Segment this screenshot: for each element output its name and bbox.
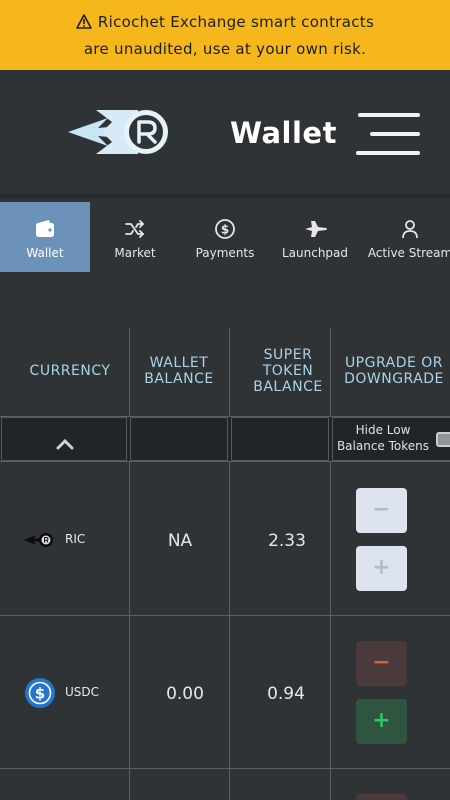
tab-wallet[interactable]: Wallet	[0, 202, 90, 272]
header-currency: CURRENCY	[29, 363, 111, 379]
svg-text:$: $	[35, 685, 45, 703]
chevron-up-icon	[56, 435, 74, 454]
downgrade-button-partial[interactable]	[356, 794, 407, 800]
hide-low-balance-toggle[interactable]	[436, 432, 450, 447]
filter-row: Hide Low Balance Tokens	[0, 416, 450, 462]
header-upgrade-downgrade: UPGRADE OR DOWNGRADE	[334, 355, 450, 387]
wallet-balance-value: 0.00	[166, 684, 204, 704]
tab-wallet-label: Wallet	[26, 246, 64, 260]
shuffle-icon	[124, 218, 146, 240]
header-wallet-balance-line1: WALLET	[149, 355, 209, 371]
dollar-circle-icon: $	[214, 218, 236, 240]
currency-name: USDC	[65, 685, 100, 699]
table-row: RIC NA 2.33 − +	[0, 462, 450, 615]
tab-active-stream[interactable]: Active Stream	[360, 202, 450, 272]
app-header: Wallet	[0, 70, 450, 194]
header-wallet-balance-line2: BALANCE	[144, 371, 214, 387]
hide-low-line2: Balance Tokens	[336, 439, 430, 453]
header-super-line3: BALANCE	[253, 379, 323, 395]
filter-cell-empty	[231, 417, 329, 461]
header-divider	[0, 194, 450, 198]
tab-payments-label: Payments	[195, 246, 255, 260]
token-table: CURRENCY WALLET BALANCE SUPER TOKEN BALA…	[0, 328, 450, 800]
nav-tabs: Wallet Market $ Payments Launchpad Activ…	[0, 202, 450, 272]
filter-cell-empty	[130, 417, 228, 461]
upgrade-button[interactable]: +	[356, 546, 407, 591]
svg-text:$: $	[221, 223, 229, 237]
user-icon	[399, 218, 421, 240]
page-title: Wallet	[230, 116, 337, 150]
warning-icon	[76, 12, 92, 37]
usdc-token-icon: $	[24, 677, 56, 713]
ricochet-logo[interactable]	[68, 108, 170, 156]
warning-text-1: Ricochet Exchange smart contracts	[97, 13, 375, 31]
ric-token-icon	[24, 532, 54, 551]
row-divider	[0, 768, 450, 769]
tab-payments[interactable]: $ Payments	[180, 202, 270, 272]
hide-low-balance-label: Hide Low Balance Tokens	[336, 422, 430, 454]
header-super-line1: SUPER	[263, 347, 313, 363]
hide-low-line1: Hide Low	[355, 423, 411, 437]
header-upgrade-line1: UPGRADE OR	[344, 355, 444, 371]
warning-text-2: are unaudited, use at your own risk.	[83, 40, 367, 58]
header-wallet-balance: WALLET BALANCE	[132, 355, 226, 387]
upgrade-button[interactable]: +	[356, 699, 407, 744]
sort-cell[interactable]	[1, 417, 127, 461]
header-upgrade-line2: DOWNGRADE	[344, 371, 444, 387]
tab-launchpad-label: Launchpad	[281, 246, 349, 260]
tab-active-stream-label: Active Stream	[367, 246, 450, 260]
super-token-balance-value: 0.94	[267, 684, 305, 704]
downgrade-button[interactable]: −	[356, 641, 407, 686]
tab-market-label: Market	[114, 246, 156, 260]
wallet-balance-value: NA	[167, 531, 193, 551]
tab-launchpad[interactable]: Launchpad	[270, 202, 360, 272]
header-super-token-balance: SUPER TOKEN BALANCE	[238, 347, 338, 395]
header-super-line2: TOKEN	[262, 363, 314, 379]
warning-banner: Ricochet Exchange smart contracts are un…	[0, 0, 450, 70]
currency-name: RIC	[65, 532, 86, 546]
warning-banner-line1: Ricochet Exchange smart contracts	[0, 10, 450, 37]
table-row: $ USDC 0.00 0.94 − +	[0, 615, 450, 768]
tab-market[interactable]: Market	[90, 202, 180, 272]
wallet-icon	[34, 218, 56, 240]
jet-icon	[304, 218, 327, 240]
downgrade-button[interactable]: −	[356, 488, 407, 533]
hamburger-menu-icon[interactable]	[356, 113, 420, 157]
super-token-balance-value: 2.33	[268, 531, 306, 551]
